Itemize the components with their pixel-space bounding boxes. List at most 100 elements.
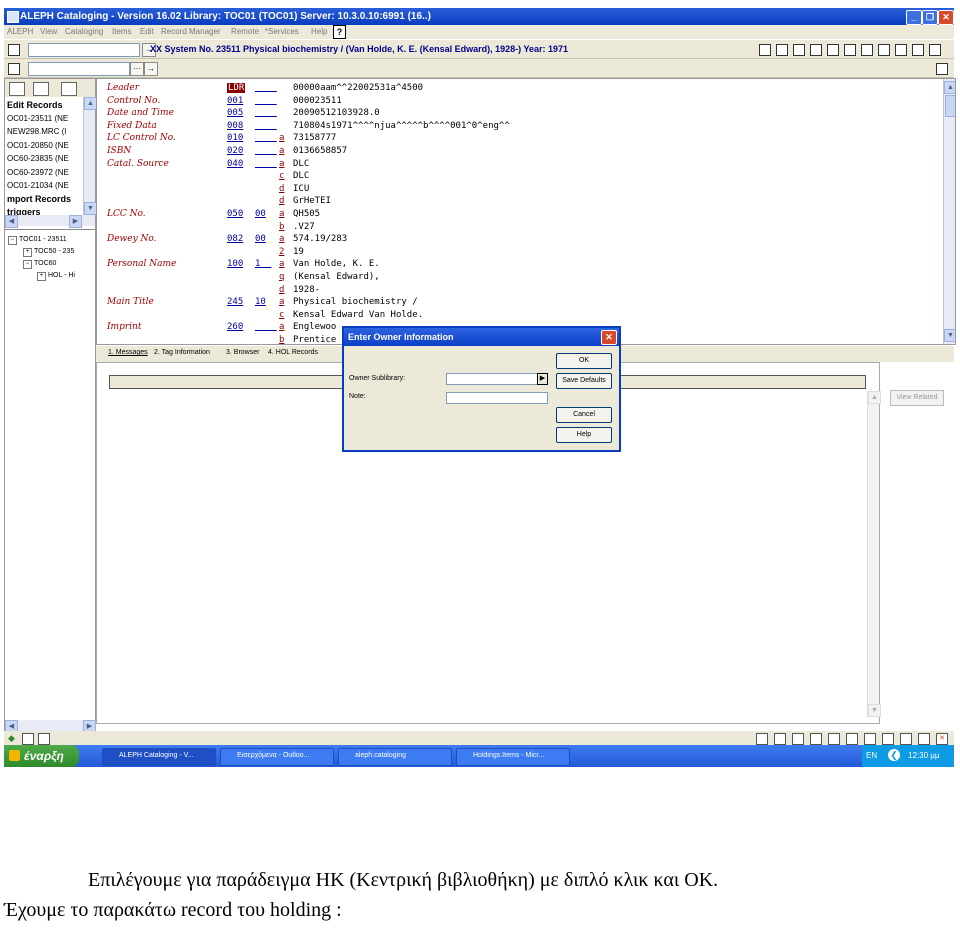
taskbar-item-word[interactable]: Holdings.Items - Micr... (456, 748, 570, 766)
field-value[interactable]: 19 (293, 247, 304, 257)
field-value[interactable]: Physical biochemistry / (293, 297, 418, 307)
tree-expander[interactable]: + (23, 248, 32, 257)
marc-field-row[interactable]: Main Title 245 10 a Physical biochemistry / (97, 297, 937, 309)
scroll-right-icon[interactable]: ▶ (69, 215, 82, 228)
marc-field-row[interactable]: Catal. Source 040 __ _ a DLC (97, 159, 937, 171)
record-list-item[interactable]: NEW298.MRC (l (7, 127, 66, 136)
marc-field-row[interactable]: LC Control No. 010 __ _ a 73158777 (97, 133, 937, 145)
status-tool-icon-7[interactable] (864, 733, 876, 745)
tab-hol-records[interactable]: 4. HOL Records (268, 349, 318, 356)
dropdown-arrow-icon[interactable]: ▶ (537, 373, 548, 385)
scroll-left-icon[interactable]: ◀ (5, 215, 18, 228)
field-value[interactable]: DLC (293, 159, 309, 169)
status-icon-2[interactable] (38, 733, 50, 745)
status-tool-icon-1[interactable] (756, 733, 768, 745)
tab-browser[interactable]: 3. Browser (226, 349, 259, 356)
start-button[interactable]: έναρξη (4, 745, 79, 767)
marc-field-row[interactable]: Fixed Data 008 __ _ 710804s1971^^^^njua^^^^… (97, 121, 937, 133)
copy-tab-icon[interactable] (33, 82, 49, 96)
field-value[interactable]: 000023511 (293, 96, 342, 106)
field-tag[interactable]: 005 (227, 108, 243, 118)
record-search-input[interactable] (28, 43, 140, 57)
toolbar-icon-2[interactable] (776, 44, 788, 56)
status-tool-icon-2[interactable] (774, 733, 786, 745)
status-icon-1[interactable] (22, 733, 34, 745)
field-value[interactable]: 0136658857 (293, 146, 347, 156)
marc-field-row[interactable]: c DLC (97, 171, 937, 183)
view-related-button[interactable]: View Related (890, 390, 944, 406)
toolbar-icon-10[interactable] (912, 44, 924, 56)
field-value[interactable]: ICU (293, 184, 309, 194)
field-value[interactable]: Prentice (293, 335, 336, 344)
marc-field-row[interactable]: Control No. 001 __ _ 000023511 (97, 96, 937, 108)
toolbar-icon-7[interactable] (861, 44, 873, 56)
copy-icon[interactable] (8, 63, 20, 75)
marc-field-row[interactable]: c Kensal Edward Van Holde. (97, 310, 937, 322)
owner-sublibrary-select[interactable] (446, 373, 548, 385)
status-tool-icon-4[interactable] (810, 733, 822, 745)
scroll-up-icon[interactable]: ▲ (944, 81, 955, 94)
editor-vertical-scrollbar[interactable]: ▲ ▼ (943, 79, 955, 344)
marc-field-row[interactable]: Leader LDR __ _ 00000aam^^22002531a^4500 (97, 83, 937, 95)
status-tool-icon-10[interactable] (918, 733, 930, 745)
cancel-button[interactable]: Cancel (556, 407, 612, 423)
tree-horizontal-scrollbar[interactable]: ◀ ▶ (5, 720, 96, 733)
menu-edit[interactable]: Edit (140, 27, 154, 36)
taskbar-item-aleph[interactable]: ALEPH Cataloging - V... (102, 748, 216, 766)
secondary-input[interactable] (28, 62, 130, 76)
status-tool-icon-9[interactable] (900, 733, 912, 745)
menu-help[interactable]: Help (311, 27, 327, 36)
field-tag[interactable]: 001 (227, 96, 243, 106)
field-value[interactable]: QH505 (293, 209, 320, 219)
field-tag[interactable]: 040 (227, 159, 243, 169)
toolbar-icon-8[interactable] (878, 44, 890, 56)
marc-field-row[interactable]: ISBN 020 __ _ a 0136658857 (97, 146, 937, 158)
save-defaults-button[interactable]: Save Defaults (556, 373, 612, 389)
tree-node-hol[interactable]: + HOL - Hi (37, 272, 75, 281)
language-indicator[interactable]: EN (866, 751, 877, 760)
taskbar-item-outlook[interactable]: Εισερχόμενα - Outloo... (220, 748, 334, 766)
record-list-item[interactable]: OC01-20850 (NE (7, 141, 69, 150)
records-vertical-scrollbar[interactable]: ▲ ▼ (83, 97, 97, 215)
tree-expander[interactable]: − (8, 236, 17, 245)
field-value[interactable]: GrHeTEI (293, 196, 331, 206)
field-value[interactable]: 73158777 (293, 133, 336, 143)
field-tag[interactable]: 020 (227, 146, 243, 156)
toolbar-icon-11[interactable] (929, 44, 941, 56)
marc-field-row[interactable]: Date and Time 005 __ _ 20090512103928.0 (97, 108, 937, 120)
field-tag[interactable]: 008 (227, 121, 243, 131)
document-icon[interactable] (8, 44, 20, 56)
field-value[interactable]: (Kensal Edward), (293, 272, 380, 282)
close-button[interactable]: ✕ (938, 10, 954, 25)
field-value[interactable]: 574.19/283 (293, 234, 347, 244)
status-tool-icon-6[interactable] (846, 733, 858, 745)
tab-messages[interactable]: 1. Messages (108, 349, 148, 356)
field-value[interactable]: Englewoo (293, 322, 336, 332)
toolbar-icon-1[interactable] (759, 44, 771, 56)
field-tag[interactable]: 100 (227, 259, 243, 269)
record-list-item[interactable]: OC01-21034 (NE (7, 181, 69, 190)
records-horizontal-scrollbar[interactable]: ◀ ▶ (5, 215, 95, 228)
tree-expander[interactable]: + (37, 272, 46, 281)
toolbar-icon-6[interactable] (844, 44, 856, 56)
marc-field-row[interactable]: 2 19 (97, 247, 937, 259)
field-value[interactable]: 00000aam^^22002531a^4500 (293, 83, 423, 93)
field-value[interactable]: 710804s1971^^^^njua^^^^^b^^^^001^0^eng^^ (293, 121, 510, 131)
field-value[interactable]: 20090512103928.0 (293, 108, 380, 118)
marc-field-row[interactable]: d ICU (97, 184, 937, 196)
menu-remote[interactable]: Remote (231, 27, 259, 36)
close-record-icon[interactable] (936, 63, 948, 75)
field-value[interactable]: Van Holde, K. E. (293, 259, 380, 269)
scroll-thumb[interactable] (945, 95, 955, 117)
toolbar-icon-9[interactable] (895, 44, 907, 56)
dialog-close-button[interactable]: ✕ (601, 330, 617, 345)
field-tag[interactable]: 082 (227, 234, 243, 244)
field-value[interactable]: Kensal Edward Van Holde. (293, 310, 423, 320)
edit-records-tab-icon[interactable] (9, 82, 25, 96)
record-list-item[interactable]: OC60-23835 (NE (7, 154, 69, 163)
secondary-go-button[interactable]: → (144, 62, 158, 76)
tree-node-toc01[interactable]: − TOC01 - 23511 (8, 236, 67, 245)
scroll-down-icon[interactable]: ▼ (868, 704, 881, 717)
scroll-up-icon[interactable]: ▲ (868, 391, 881, 404)
record-list-item[interactable]: OC01-23511 (NE (7, 114, 68, 123)
